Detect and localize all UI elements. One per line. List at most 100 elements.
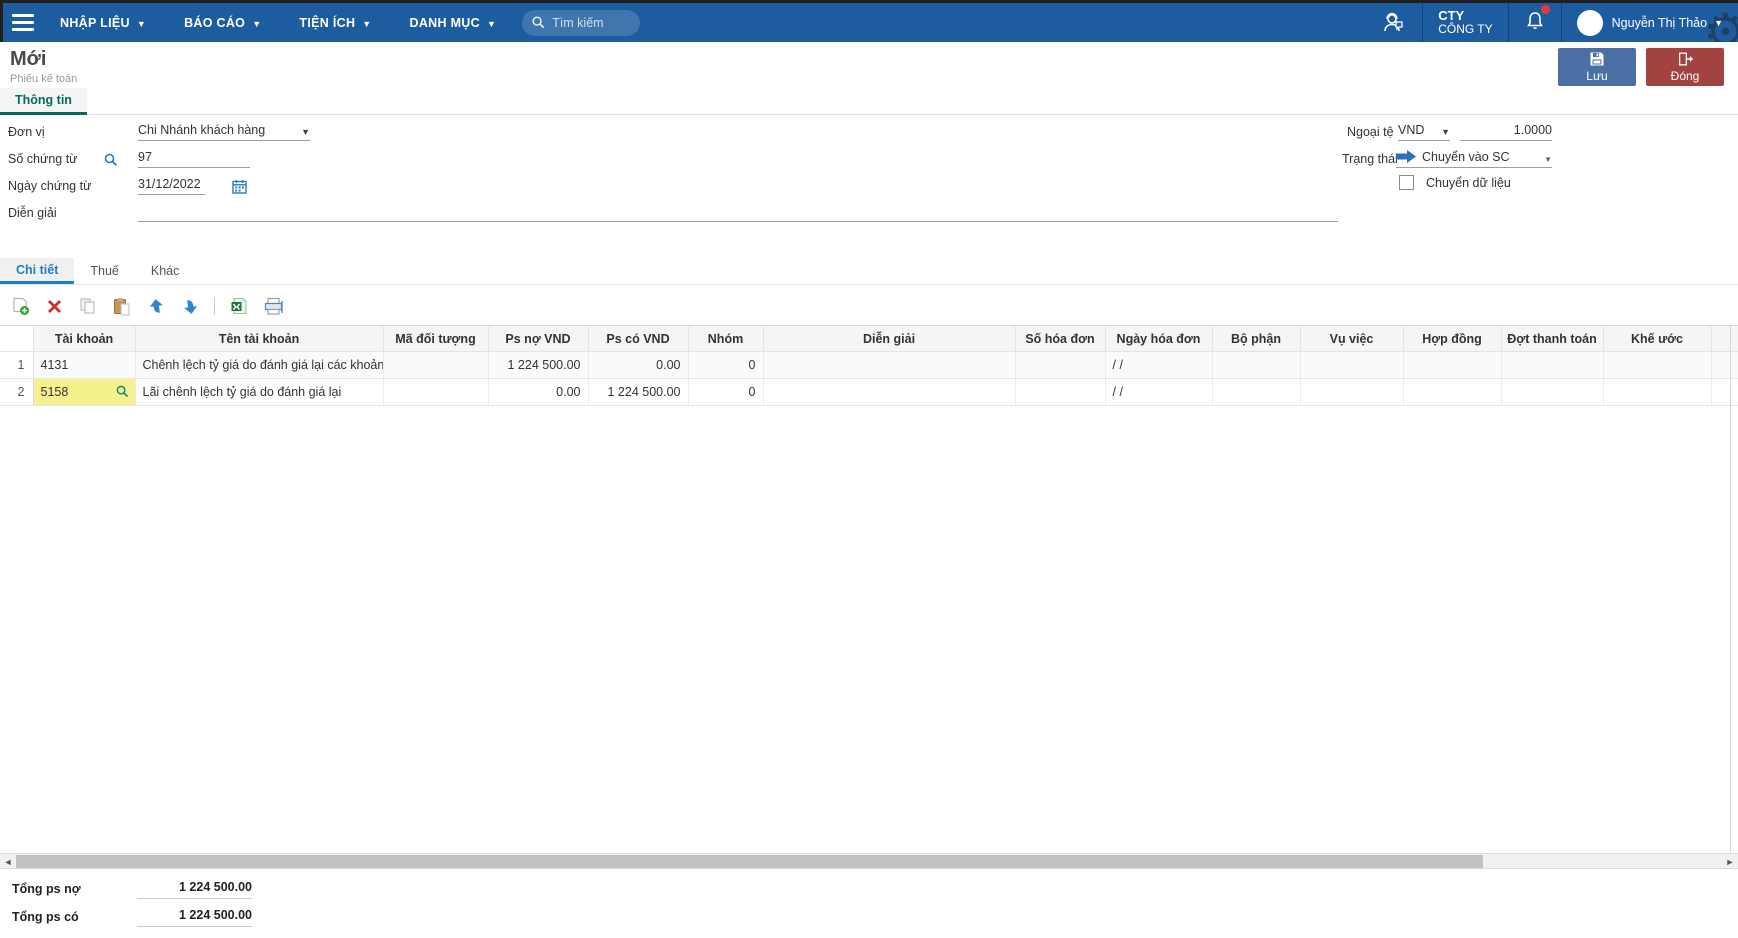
support-button[interactable] (1366, 3, 1422, 42)
trang-thai-select[interactable]: Chuyển vào SC ▼ (1396, 144, 1552, 168)
cell-ma-doi-tuong[interactable] (383, 378, 489, 406)
currency-select[interactable]: VND ▼ (1398, 117, 1450, 141)
user-name: Nguyễn Thị Thảo (1611, 15, 1708, 30)
exit-door-icon (1679, 52, 1693, 66)
cell-extra (1711, 351, 1738, 379)
chevron-down-icon: ▼ (486, 18, 497, 29)
currency-value: VND (1398, 123, 1425, 137)
menu-danh-muc[interactable]: DANH MỤC ▼ (410, 16, 497, 30)
so-chung-tu-input[interactable]: 97 (138, 144, 250, 168)
exchange-rate-input[interactable]: 1.0000 (1460, 117, 1552, 141)
cell-vu-viec[interactable] (1300, 378, 1404, 406)
move-row-up-button[interactable] (144, 294, 168, 318)
company-name: CÔNG TY (1438, 22, 1493, 37)
company-selector[interactable]: CTY CÔNG TY (1423, 3, 1507, 42)
top-navbar: NHẬP LIỆU ▼ BÁO CÁO ▼ TIỆN ÍCH ▼ DANH MỤC ▼ … (0, 3, 1738, 42)
save-button[interactable]: Lưu (1558, 48, 1636, 86)
don-vi-select[interactable]: Chi Nhánh khách hàng ▼ (138, 117, 310, 141)
notification-badge (1540, 5, 1550, 14)
cell-so-hoa-don[interactable] (1015, 378, 1106, 406)
save-button-label: Lưu (1586, 69, 1608, 83)
cell-khe-uoc[interactable] (1603, 351, 1712, 379)
headset-support-icon (1384, 12, 1403, 31)
cell-bo-phan[interactable] (1212, 378, 1301, 406)
chuyen-du-lieu-label: Chuyển dữ liệu (1426, 176, 1511, 190)
cell-so-hoa-don[interactable] (1015, 351, 1106, 379)
cell-ps-co[interactable]: 1 224 500.00 (588, 378, 689, 406)
close-button[interactable]: Đóng (1646, 48, 1724, 86)
col-row-number (0, 325, 34, 352)
move-row-down-button[interactable] (178, 294, 202, 318)
row-number: 1 (0, 351, 34, 379)
trang-thai-value: Chuyển vào SC (1422, 150, 1510, 164)
cell-dien-giai[interactable] (763, 378, 1016, 406)
cell-dot-thanh-toan[interactable] (1501, 351, 1604, 379)
col-ten-tai-khoan: Tên tài khoản (134, 325, 384, 352)
col-so-hoa-don: Số hóa đơn (1014, 325, 1106, 352)
menu-bao-cao[interactable]: BÁO CÁO ▼ (184, 16, 261, 30)
exchange-rate-value: 1.0000 (1513, 123, 1552, 137)
tab-thong-tin[interactable]: Thông tin (0, 88, 87, 115)
so-chung-tu-value: 97 (138, 150, 152, 164)
search-input[interactable]: Tìm kiếm (522, 9, 641, 36)
print-button[interactable] (261, 294, 285, 318)
scroll-left-arrow-icon[interactable]: ◄ (2, 856, 14, 868)
notifications-button[interactable] (1509, 3, 1561, 42)
lookup-search-icon[interactable] (104, 153, 118, 167)
navbar-right: CTY CÔNG TY ⚙ Nguyễn Thị Thảo ▼ (1366, 3, 1738, 42)
cell-ma-doi-tuong[interactable] (383, 351, 489, 379)
hamburger-menu-icon[interactable] (0, 14, 46, 31)
cell-lookup-icon[interactable] (116, 385, 129, 398)
copy-row-button[interactable] (76, 294, 100, 318)
ngay-chung-tu-input[interactable]: 31/12/2022 (138, 171, 205, 195)
tab-chi-tiet[interactable]: Chi tiết (0, 258, 75, 284)
copy-row-icon (80, 298, 95, 314)
ngay-chung-tu-label: Ngày chứng từ (8, 179, 92, 193)
col-ngay-hoa-don: Ngày hóa đơn (1104, 325, 1213, 352)
tab-thue[interactable]: Thuế (74, 258, 135, 284)
delete-row-button[interactable] (42, 294, 66, 318)
chuyen-du-lieu-checkbox[interactable] (1399, 175, 1414, 190)
export-excel-button[interactable] (227, 294, 251, 318)
scroll-right-arrow-icon[interactable]: ► (1724, 856, 1736, 868)
cell-khe-uoc[interactable] (1603, 378, 1712, 406)
cell-vu-viec[interactable] (1300, 351, 1404, 379)
cell-tai-khoan[interactable]: 4131 (33, 351, 136, 379)
add-row-button[interactable] (8, 294, 32, 318)
cell-hop-dong[interactable] (1403, 378, 1502, 406)
col-vu-viec: Vụ việc (1299, 325, 1404, 352)
col-khe-uoc: Khế ước (1602, 325, 1712, 352)
cell-ten-tai-khoan: Chênh lệch tỷ giá do đánh giá lại các kh… (135, 351, 384, 379)
row-number: 2 (0, 378, 34, 406)
col-bo-phan: Bộ phận (1211, 325, 1301, 352)
chevron-down-icon: ▼ (136, 18, 147, 29)
cell-ps-no[interactable]: 0.00 (488, 378, 589, 406)
col-nhom: Nhóm (687, 325, 764, 352)
avatar (1576, 9, 1603, 36)
col-dot-thanh-toan: Đợt thanh toán (1500, 325, 1604, 352)
user-menu[interactable]: Nguyễn Thị Thảo ▼ (1562, 3, 1738, 42)
calendar-icon[interactable] (232, 179, 247, 194)
cell-ngay-hoa-don[interactable]: / / (1105, 378, 1213, 406)
cell-nhom[interactable]: 0 (688, 378, 764, 406)
scrollbar-thumb[interactable] (16, 855, 1483, 868)
cell-ps-co[interactable]: 0.00 (588, 351, 689, 379)
cell-dien-giai[interactable] (763, 351, 1016, 379)
horizontal-scrollbar[interactable]: ◄ ► (0, 853, 1738, 869)
page-subtitle: Phiếu kế toán (10, 73, 78, 85)
page-title: Mới (10, 48, 47, 70)
menu-nhap-lieu[interactable]: NHẬP LIỆU ▼ (60, 16, 146, 30)
chevron-down-icon: ▼ (1714, 17, 1723, 28)
paste-row-button[interactable] (110, 294, 134, 318)
tab-khac[interactable]: Khác (135, 258, 196, 284)
cell-bo-phan[interactable] (1212, 351, 1301, 379)
cell-ps-no[interactable]: 1 224 500.00 (488, 351, 589, 379)
cell-dot-thanh-toan[interactable] (1501, 378, 1604, 406)
dien-giai-input[interactable] (138, 198, 1338, 222)
cell-nhom[interactable]: 0 (688, 351, 764, 379)
cell-hop-dong[interactable] (1403, 351, 1502, 379)
menu-tien-ich[interactable]: TIỆN ÍCH ▼ (299, 16, 371, 30)
cell-ngay-hoa-don[interactable]: / / (1105, 351, 1213, 379)
dien-giai-label: Diễn giải (8, 206, 57, 220)
cell-tai-khoan-selected[interactable]: 5158 (33, 378, 136, 406)
